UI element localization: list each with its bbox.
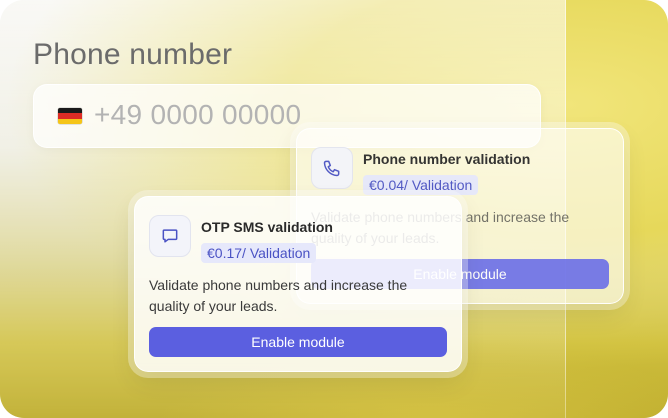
phone-input-placeholder: +49 0000 00000 [94, 99, 302, 130]
card-description: Validate phone numbers and increase the … [149, 277, 408, 314]
phone-number-label: Phone number [33, 38, 233, 71]
onboarding-illustration: Phone number +49 0000 00000 Phone number… [0, 0, 668, 418]
card-title: OTP SMS validation [201, 219, 333, 235]
germany-flag-icon [58, 108, 82, 124]
otp-sms-card: OTP SMS validation €0.17/ Validation Val… [134, 196, 462, 372]
price-badge: €0.04/ Validation [363, 175, 479, 195]
enable-module-button[interactable]: Enable module [149, 327, 447, 357]
card-title: Phone number validation [363, 151, 531, 167]
price-badge: €0.17/ Validation [201, 243, 317, 263]
phone-icon [311, 147, 353, 189]
chat-bubble-icon [149, 215, 191, 257]
